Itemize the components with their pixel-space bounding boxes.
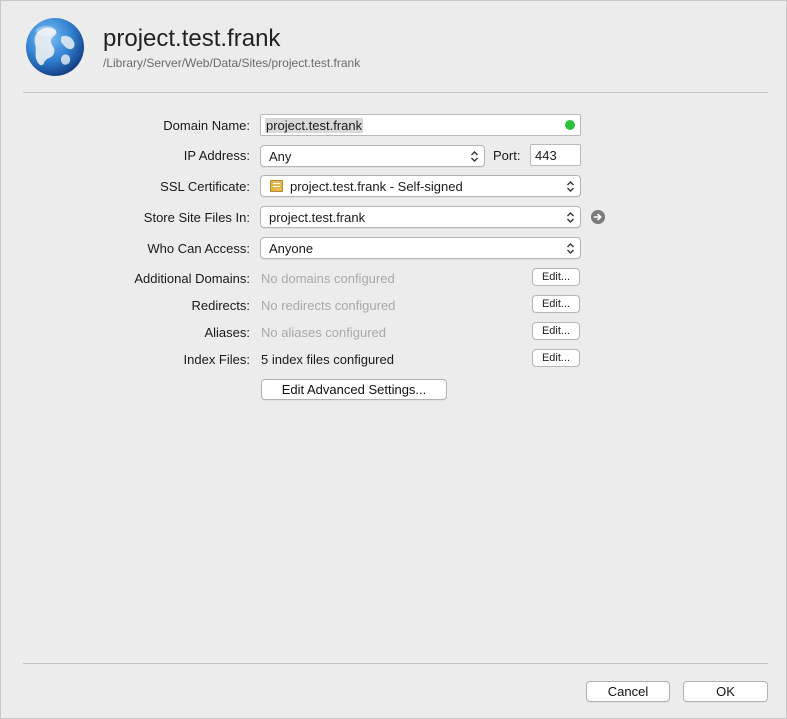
who-can-access-value: Anyone	[269, 241, 314, 256]
store-site-files-value: project.test.frank	[269, 210, 366, 225]
ip-address-label: IP Address:	[183, 148, 250, 163]
header-divider	[23, 92, 768, 93]
edit-additional-domains-button[interactable]: Edit...	[532, 268, 580, 286]
chevron-updown-icon	[471, 151, 478, 162]
site-path: /Library/Server/Web/Data/Sites/project.t…	[103, 56, 361, 70]
reveal-folder-arrow-icon[interactable]	[591, 210, 605, 224]
ok-button[interactable]: OK	[683, 681, 768, 702]
domain-status-indicator	[565, 120, 575, 130]
edit-aliases-button[interactable]: Edit...	[532, 322, 580, 340]
store-site-files-label: Store Site Files In:	[143, 210, 250, 225]
aliases-label: Aliases:	[204, 325, 250, 340]
ip-address-popup[interactable]: Any	[260, 145, 485, 167]
cancel-button[interactable]: Cancel	[586, 681, 670, 702]
footer-divider	[23, 663, 768, 664]
ssl-certificate-value: project.test.frank - Self-signed	[290, 179, 463, 194]
ip-address-value: Any	[269, 149, 292, 164]
port-label: Port:	[493, 148, 521, 163]
redirects-label: Redirects:	[191, 298, 250, 313]
edit-redirects-button[interactable]: Edit...	[532, 295, 580, 313]
ssl-certificate-label: SSL Certificate:	[160, 179, 250, 194]
additional-domains-label: Additional Domains:	[134, 271, 250, 286]
who-can-access-popup[interactable]: Anyone	[260, 237, 581, 259]
certificate-icon	[270, 180, 283, 192]
redirects-value: No redirects configured	[261, 298, 396, 313]
chevron-updown-icon	[567, 212, 574, 223]
port-value: 443	[535, 148, 557, 163]
domain-name-field[interactable]: project.test.frank	[260, 114, 581, 136]
site-settings-sheet: project.test.frank /Library/Server/Web/D…	[0, 0, 787, 719]
chevron-updown-icon	[567, 181, 574, 192]
edit-index-files-button[interactable]: Edit...	[532, 349, 580, 367]
globe-icon	[26, 18, 84, 76]
domain-name-value: project.test.frank	[265, 118, 364, 133]
who-can-access-label: Who Can Access:	[147, 241, 250, 256]
index-files-label: Index Files:	[183, 352, 250, 367]
store-site-files-popup[interactable]: project.test.frank	[260, 206, 581, 228]
index-files-value: 5 index files configured	[261, 352, 394, 367]
aliases-value: No aliases configured	[261, 325, 387, 340]
additional-domains-value: No domains configured	[261, 271, 395, 286]
edit-advanced-settings-button[interactable]: Edit Advanced Settings...	[261, 379, 447, 400]
port-field[interactable]: 443	[530, 144, 581, 166]
domain-name-label: Domain Name:	[163, 118, 250, 133]
site-title: project.test.frank	[103, 25, 281, 52]
chevron-updown-icon	[567, 243, 574, 254]
ssl-certificate-popup[interactable]: project.test.frank - Self-signed	[260, 175, 581, 197]
